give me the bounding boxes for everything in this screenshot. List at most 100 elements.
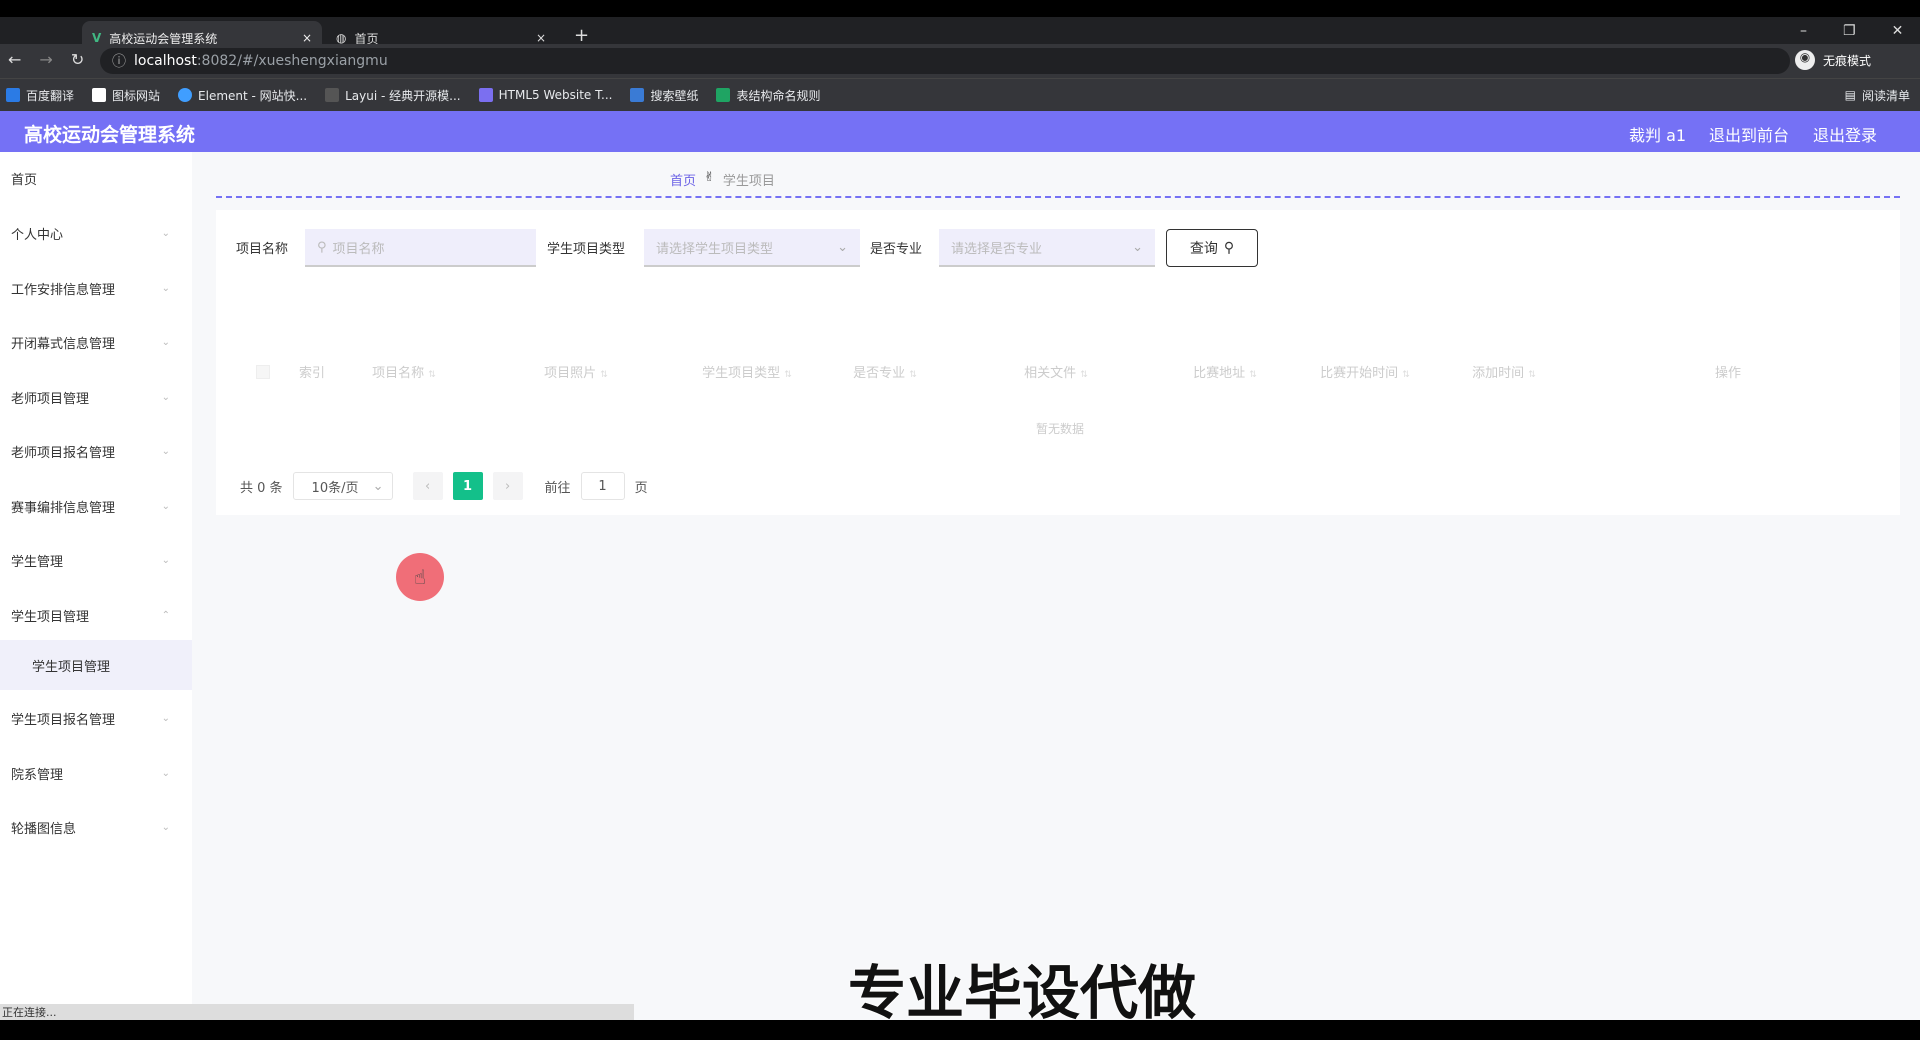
content-card: 项目名称 ⚲ 项目名称 学生项目类型 请选择学生项目类型 ⌄ 是否专业 请选择是否专…: [216, 210, 1900, 515]
bookmarks-bar: 百度翻译 图标网站 Element - 网站快... Layui - 经典开源模…: [0, 78, 1920, 111]
type-label: 学生项目类型: [547, 242, 626, 257]
page-suffix: 页: [634, 480, 648, 496]
chevron-down-icon: ⌄: [161, 445, 170, 457]
bookmark[interactable]: HTML5 Website T...: [478, 88, 612, 102]
chevron-down-icon: ⌄: [1132, 239, 1143, 255]
sidebar-item-work[interactable]: 工作安排信息管理 ⌄: [0, 268, 192, 308]
flag-icon: [92, 88, 107, 102]
user-name: 裁判 a1: [1629, 126, 1687, 145]
chevron-down-icon: ⌄: [161, 554, 170, 566]
element-icon: [178, 88, 193, 102]
pagination: 共 0 条 10条/页 ⌄ ‹ 1 › 前往 1 页: [240, 472, 648, 500]
col-actions: 操作: [1714, 366, 1742, 381]
divider: [216, 196, 1900, 198]
col-name[interactable]: 项目名称 ⇅: [372, 362, 436, 381]
cursor-hand-icon: ☝: [396, 553, 444, 601]
exit-to-front-link[interactable]: 退出到前台: [1709, 122, 1789, 146]
reading-list-icon: ▤: [1844, 88, 1856, 102]
sidebar-item-home[interactable]: 首页: [0, 158, 192, 198]
major-label: 是否专业: [870, 242, 923, 257]
col-file[interactable]: 相关文件 ⇅: [1024, 362, 1088, 381]
sidebar-item-profile[interactable]: 个人中心 ⌄: [0, 213, 192, 253]
html5-icon: [478, 88, 493, 102]
logout-link[interactable]: 退出登录: [1813, 122, 1877, 146]
col-type[interactable]: 学生项目类型 ⇅: [702, 362, 792, 381]
type-select[interactable]: 请选择学生项目类型 ⌄: [644, 229, 860, 267]
screen-bottom-bar: [0, 1020, 1920, 1040]
query-button[interactable]: 查询 ⚲: [1166, 229, 1258, 267]
sidebar-item-schedule[interactable]: 赛事编排信息管理 ⌄: [0, 486, 192, 526]
major-select[interactable]: 请选择是否专业 ⌄: [939, 229, 1155, 267]
bookmark[interactable]: Layui - 经典开源模...: [325, 87, 461, 104]
sidebar-item-student-project[interactable]: 学生项目管理 ⌃: [0, 595, 192, 635]
close-tab-icon[interactable]: ×: [536, 31, 546, 45]
col-add-time[interactable]: 添加时间 ⇅: [1472, 362, 1536, 381]
app-title: 高校运动会管理系统: [24, 124, 196, 146]
close-window-icon[interactable]: ✕: [1892, 23, 1904, 39]
search-icon: ⚲: [1223, 240, 1235, 256]
close-tab-icon[interactable]: ×: [302, 31, 312, 45]
sidebar-item-departments[interactable]: 院系管理 ⌄: [0, 753, 192, 793]
bookmark[interactable]: 百度翻译: [6, 87, 74, 104]
chevron-down-icon: ⌄: [161, 712, 170, 724]
bookmark[interactable]: 搜索壁纸: [630, 87, 698, 104]
wallpaper-icon: [630, 88, 645, 102]
name-label: 项目名称: [236, 242, 289, 257]
new-tab-button[interactable]: +: [574, 25, 589, 46]
restore-icon[interactable]: ❐: [1843, 23, 1856, 39]
empty-text: 暂无数据: [1035, 422, 1085, 436]
breadcrumb-current: 学生项目: [722, 174, 775, 189]
page-size-select[interactable]: 10条/页 ⌄: [292, 472, 393, 500]
col-start-time[interactable]: 比赛开始时间 ⇅: [1320, 362, 1410, 381]
breadcrumb-home[interactable]: 首页: [670, 170, 696, 189]
total-count: 共 0 条: [240, 480, 283, 496]
sidebar-item-students[interactable]: 学生管理 ⌄: [0, 540, 192, 580]
prev-page-button[interactable]: ‹: [412, 472, 443, 500]
sidebar-item-student-signup[interactable]: 学生项目报名管理 ⌄: [0, 698, 192, 738]
globe-icon: ◍: [336, 31, 347, 45]
chevron-down-icon: ⌄: [161, 336, 170, 348]
layui-icon: [325, 88, 340, 102]
screen-top-bar: [0, 0, 1920, 17]
col-major[interactable]: 是否专业 ⇅: [853, 362, 917, 381]
chevron-down-icon: ⌄: [161, 282, 170, 294]
chevron-up-icon: ⌃: [161, 609, 170, 621]
page-1-button[interactable]: 1: [452, 472, 483, 500]
translate-icon: [6, 88, 20, 102]
col-address[interactable]: 比赛地址 ⇅: [1193, 362, 1257, 381]
url-input[interactable]: ⓘ localhost:8082/#/xueshengxiangmu: [100, 48, 1790, 74]
col-photo[interactable]: 项目照片 ⇅: [544, 362, 608, 381]
search-icon: ⚲: [317, 239, 327, 255]
name-search-input[interactable]: ⚲ 项目名称: [305, 229, 536, 267]
app-header: 高校运动会管理系统 裁判 a1 退出到前台 退出登录: [0, 111, 1920, 152]
sidebar-item-teacher-signup[interactable]: 老师项目报名管理 ⌄: [0, 431, 192, 471]
goto-label: 前往: [544, 480, 571, 496]
sidebar-subitem-student-project[interactable]: 学生项目管理: [0, 640, 192, 690]
breadcrumb: 首页 ✌ 学生项目: [670, 170, 775, 189]
back-icon[interactable]: ←: [8, 50, 21, 69]
reading-list[interactable]: ▤ 阅读清单: [1845, 87, 1910, 104]
incognito-badge[interactable]: ◉ 无痕模式: [1795, 50, 1871, 70]
minimize-icon[interactable]: –: [1800, 23, 1807, 39]
reload-icon[interactable]: ↻: [71, 50, 84, 69]
sidebar-item-ceremony[interactable]: 开闭幕式信息管理 ⌄: [0, 322, 192, 362]
sheets-icon: [716, 88, 731, 102]
chevron-down-icon: ⌄: [161, 500, 170, 512]
chevron-down-icon: ⌄: [372, 478, 384, 494]
next-page-button[interactable]: ›: [492, 472, 523, 500]
sidebar-item-teacher-project[interactable]: 老师项目管理 ⌄: [0, 377, 192, 417]
hand-icon: ✌: [704, 170, 715, 185]
select-all-checkbox[interactable]: [256, 365, 270, 379]
goto-page-input[interactable]: 1: [580, 472, 625, 500]
chevron-down-icon: ⌄: [161, 821, 170, 833]
bookmark[interactable]: 图标网站: [92, 87, 160, 104]
incognito-icon: ◉: [1795, 50, 1815, 70]
address-bar-row: ← → ↻ ⓘ localhost:8082/#/xueshengxiangmu ◉ 无…: [0, 44, 1920, 78]
sidebar: 首页 个人中心 ⌄ 工作安排信息管理 ⌄ 开闭幕式信息管理 ⌄ 老师项目管理 ⌄ 老师项…: [0, 152, 192, 1020]
col-index: 索引: [298, 366, 326, 381]
vue-icon: V: [92, 31, 102, 45]
forward-icon[interactable]: →: [39, 50, 52, 69]
bookmark[interactable]: Element - 网站快...: [178, 87, 307, 104]
bookmark[interactable]: 表结构命名规则: [716, 87, 820, 104]
sidebar-item-carousel[interactable]: 轮播图信息 ⌄: [0, 807, 192, 847]
